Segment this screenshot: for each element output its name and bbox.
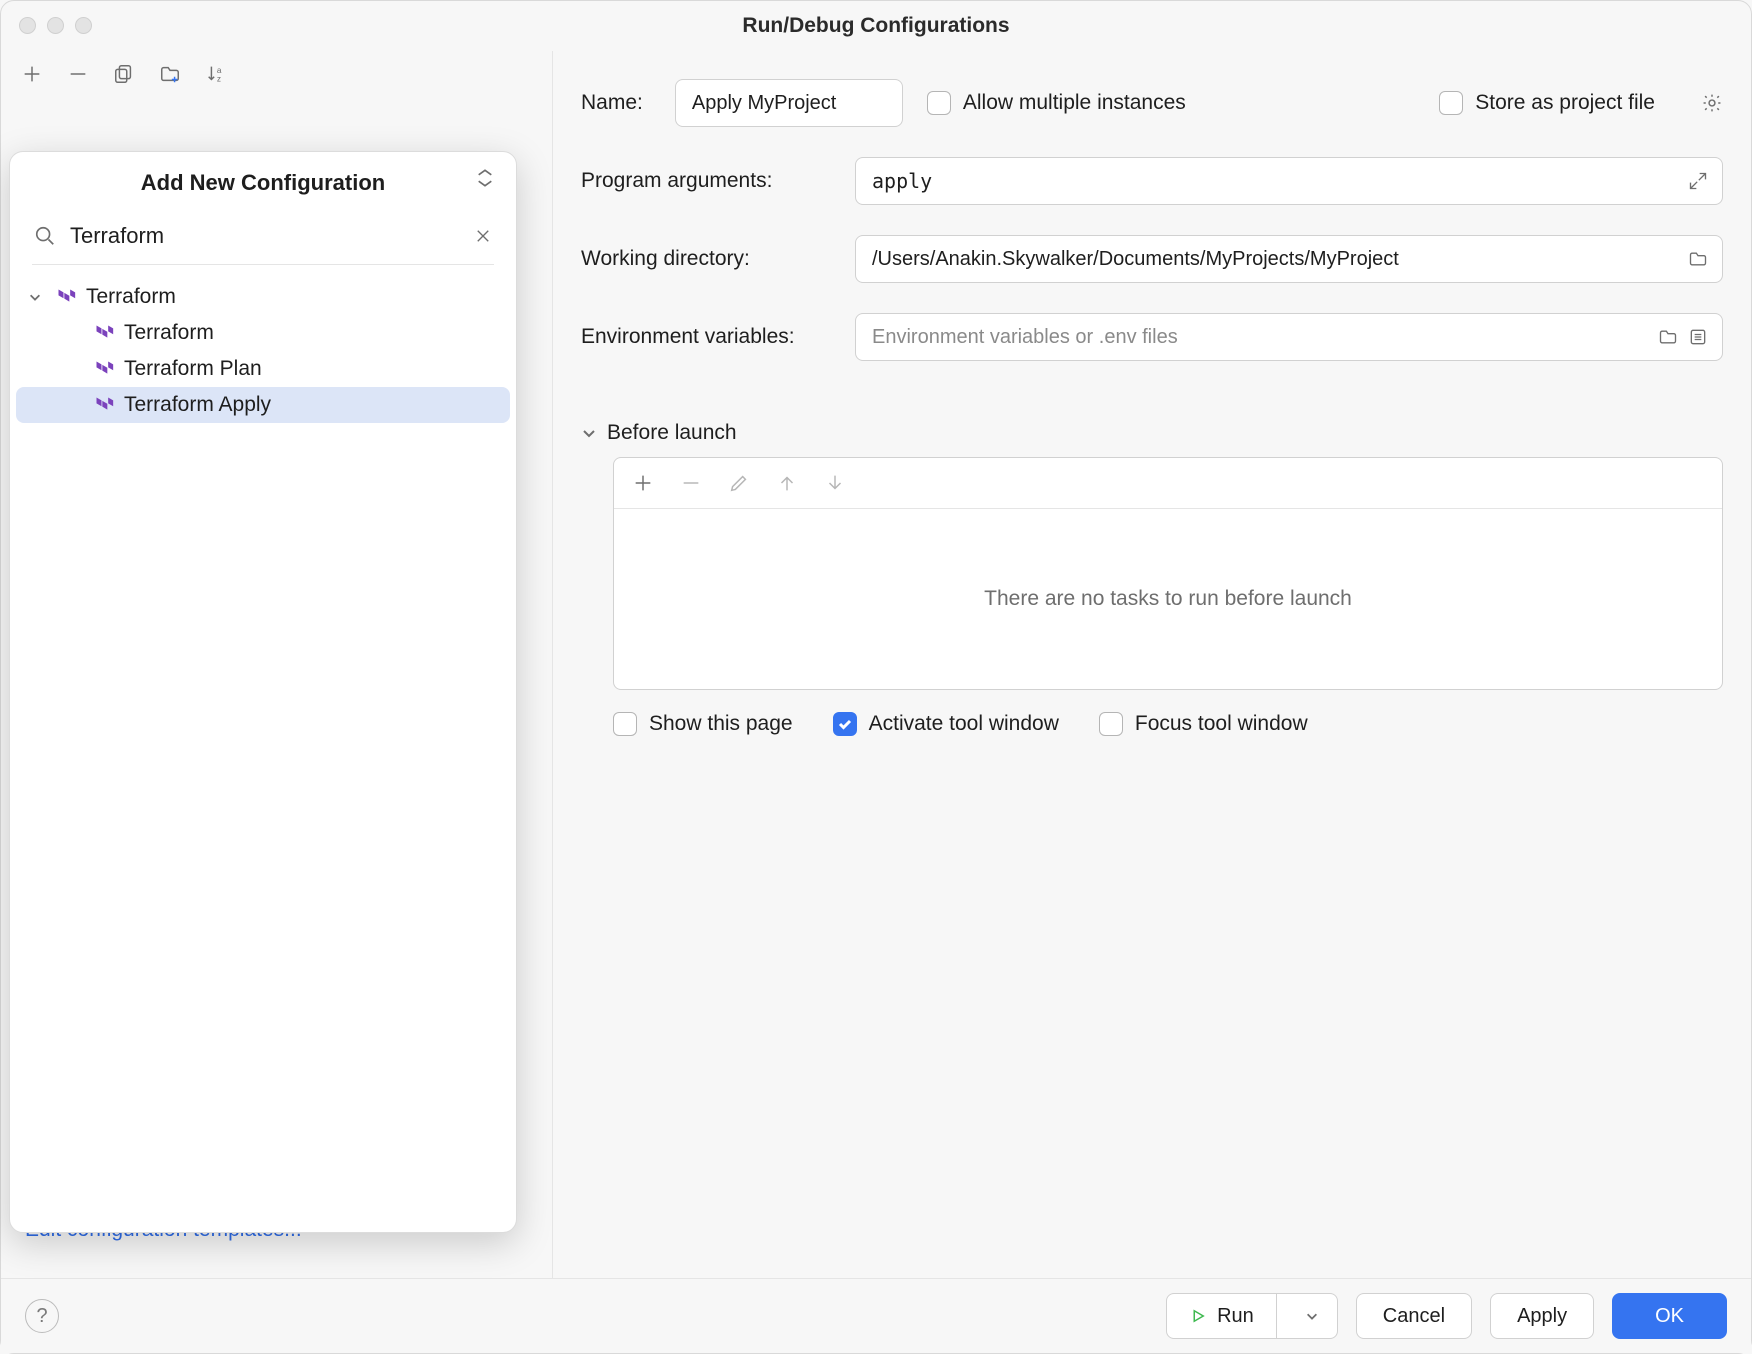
name-input[interactable] <box>690 91 959 116</box>
run-dropdown-button[interactable] <box>1287 1294 1337 1338</box>
terraform-icon <box>94 395 114 415</box>
chevron-down-icon <box>1305 1309 1319 1323</box>
before-launch-box: There are no tasks to run before launch <box>613 457 1723 690</box>
ok-button-label: OK <box>1655 1305 1684 1328</box>
add-task-button[interactable] <box>630 470 656 496</box>
play-icon <box>1189 1307 1207 1325</box>
edit-task-button <box>726 470 752 496</box>
config-type-tree: Terraform Terraform Terraform Plan <box>10 265 516 437</box>
chevron-down-icon <box>581 425 597 441</box>
left-panel: az Add New Configuration <box>1 51 553 1278</box>
cancel-button[interactable]: Cancel <box>1356 1293 1472 1339</box>
show-this-page-checkbox[interactable]: Show this page <box>613 712 793 736</box>
folder-icon[interactable] <box>1688 249 1708 269</box>
before-launch-title: Before launch <box>607 421 737 445</box>
popover-search-input[interactable] <box>68 222 462 250</box>
move-up-button <box>774 470 800 496</box>
before-launch-header[interactable]: Before launch <box>581 421 1723 445</box>
terraform-icon <box>56 287 76 307</box>
before-launch-toolbar <box>614 458 1722 509</box>
run-button[interactable]: Run <box>1166 1293 1338 1339</box>
allow-multiple-checkbox[interactable]: Allow multiple instances <box>927 91 1186 115</box>
folder-icon[interactable] <box>1658 327 1678 347</box>
focus-tool-window-label: Focus tool window <box>1135 712 1308 736</box>
terraform-icon <box>94 323 114 343</box>
tree-item-terraform-apply[interactable]: Terraform Apply <box>16 387 510 423</box>
tree-group-terraform[interactable]: Terraform <box>16 279 510 315</box>
help-button[interactable]: ? <box>25 1299 59 1333</box>
right-panel: Name: Allow multiple instances Store as … <box>553 51 1751 1278</box>
show-this-page-label: Show this page <box>649 712 793 736</box>
args-label: Program arguments: <box>581 169 831 193</box>
popover-title: Add New Configuration <box>141 170 385 196</box>
terraform-icon <box>94 359 114 379</box>
cancel-button-label: Cancel <box>1383 1305 1445 1328</box>
tree-item-label: Terraform Apply <box>124 393 271 417</box>
window-title: Run/Debug Configurations <box>1 14 1751 38</box>
activate-tool-window-label: Activate tool window <box>869 712 1059 736</box>
allow-multiple-label: Allow multiple instances <box>963 91 1186 115</box>
chevron-down-icon <box>28 290 46 304</box>
workdir-input[interactable] <box>870 247 1678 272</box>
popover-collapse-button[interactable] <box>476 168 494 188</box>
env-label: Environment variables: <box>581 325 831 349</box>
store-as-project-label: Store as project file <box>1475 91 1655 115</box>
tree-item-label: Terraform <box>124 321 214 345</box>
env-input[interactable] <box>870 325 1648 350</box>
add-config-button[interactable] <box>19 61 45 87</box>
popover-search <box>32 216 494 265</box>
dialog-footer: ? Run Cancel Apply OK <box>1 1278 1751 1353</box>
ok-button[interactable]: OK <box>1612 1293 1727 1339</box>
workdir-field-wrap <box>855 235 1723 283</box>
remove-config-button[interactable] <box>65 61 91 87</box>
args-input[interactable] <box>870 168 1678 194</box>
move-down-button <box>822 470 848 496</box>
tree-item-terraform-plan[interactable]: Terraform Plan <box>16 351 510 387</box>
activate-tool-window-checkbox[interactable]: Activate tool window <box>833 712 1059 736</box>
focus-tool-window-checkbox[interactable]: Focus tool window <box>1099 712 1308 736</box>
run-button-label: Run <box>1217 1305 1254 1328</box>
left-toolbar: az <box>1 51 552 93</box>
apply-button-label: Apply <box>1517 1305 1567 1328</box>
workdir-label: Working directory: <box>581 247 831 271</box>
folder-add-button[interactable] <box>157 61 183 87</box>
env-field-wrap <box>855 313 1723 361</box>
store-as-project-checkbox[interactable]: Store as project file <box>1439 91 1655 115</box>
gear-icon[interactable] <box>1701 92 1723 114</box>
titlebar: Run/Debug Configurations <box>1 1 1751 51</box>
sort-az-button[interactable]: az <box>203 61 229 87</box>
tree-item-label: Terraform Plan <box>124 357 262 381</box>
tree-item-terraform[interactable]: Terraform <box>16 315 510 351</box>
clear-search-icon[interactable] <box>474 227 492 245</box>
name-label: Name: <box>581 91 643 115</box>
tree-group-label: Terraform <box>86 285 176 309</box>
add-config-popover: Add New Configuration <box>9 151 517 1233</box>
before-launch-empty-text: There are no tasks to run before launch <box>614 509 1722 689</box>
args-field-wrap <box>855 157 1723 205</box>
copy-config-button[interactable] <box>111 61 137 87</box>
search-icon <box>34 225 56 247</box>
svg-text:z: z <box>217 74 221 83</box>
remove-task-button <box>678 470 704 496</box>
name-field-wrap <box>675 79 903 127</box>
apply-button[interactable]: Apply <box>1490 1293 1594 1339</box>
expand-icon[interactable] <box>1688 171 1708 191</box>
list-icon[interactable] <box>1688 327 1708 347</box>
